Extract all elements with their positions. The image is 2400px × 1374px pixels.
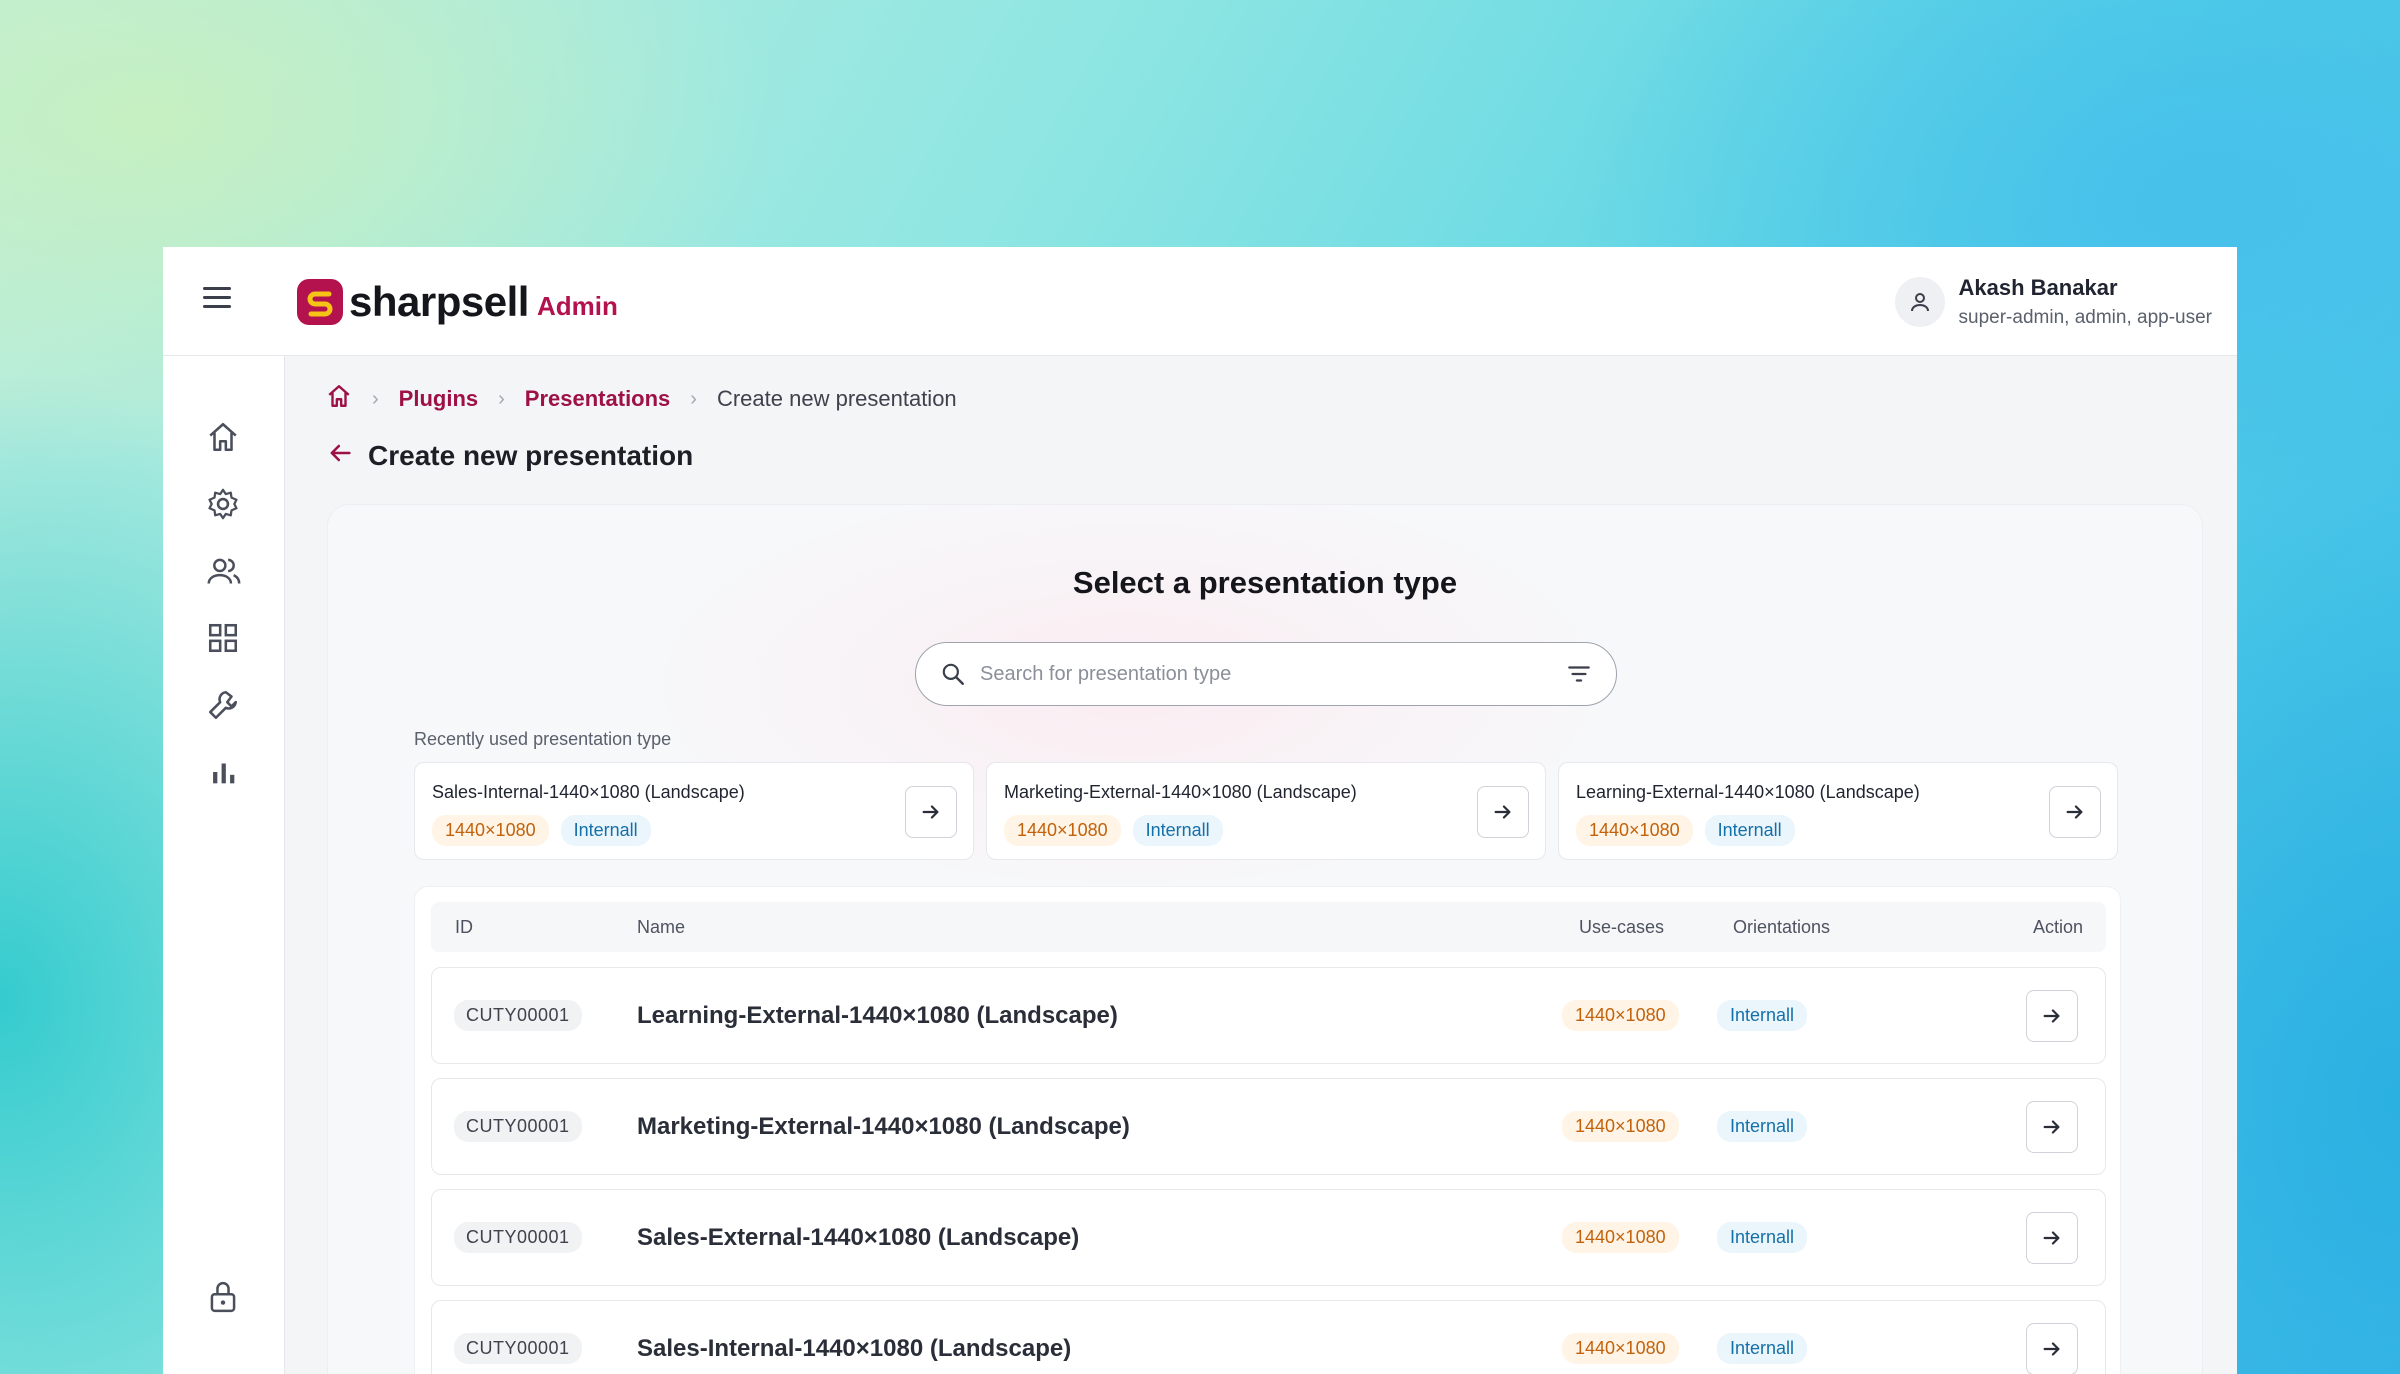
breadcrumb-home-icon[interactable] <box>326 383 352 415</box>
size-badge: 1440×1080 <box>1004 815 1121 846</box>
arrow-right-icon <box>2043 1342 2060 1356</box>
tag-badge: Internall <box>1132 815 1223 846</box>
table-row[interactable]: CUTY00001 Marketing-External-1440×1080 (… <box>431 1078 2106 1175</box>
recent-card-title: Marketing-External-1440×1080 (Landscape) <box>1004 782 1357 802</box>
brand-sub: Admin <box>536 290 618 321</box>
menu-icon[interactable] <box>203 287 235 313</box>
orientation-badge: Internall <box>1717 1111 1808 1142</box>
table-row[interactable]: CUTY00001 Sales-External-1440×1080 (Land… <box>431 1189 2106 1286</box>
use-case-badge: 1440×1080 <box>1562 1333 1679 1364</box>
arrow-right-icon <box>2043 1231 2060 1245</box>
recent-card[interactable]: Sales-Internal-1440×1080 (Landscape) 144… <box>414 762 974 860</box>
user-avatar-icon <box>1894 277 1945 327</box>
arrow-right-icon <box>2066 805 2083 819</box>
chevron-right-icon: › <box>372 387 379 410</box>
presentation-type-panel: Select a presentation type Search for pr… <box>327 504 2203 1374</box>
user-name: Akash Banakar <box>1958 275 2118 300</box>
page-header: Create new presentation <box>326 439 693 472</box>
page-title: Create new presentation <box>368 439 694 471</box>
user-menu[interactable]: Akash Banakar super-admin, admin, app-us… <box>1894 275 2212 329</box>
use-case-badge: 1440×1080 <box>1562 1000 1679 1031</box>
tag-badge: Internall <box>1704 815 1795 846</box>
open-button[interactable] <box>2049 786 2101 838</box>
search-placeholder: Search for presentation type <box>980 662 1232 685</box>
use-case-badge: 1440×1080 <box>1562 1111 1679 1142</box>
wrench-icon[interactable] <box>206 688 242 724</box>
breadcrumb-plugins[interactable]: Plugins <box>399 386 478 412</box>
recent-card-title: Sales-Internal-1440×1080 (Landscape) <box>432 782 745 802</box>
arrow-right-icon <box>1494 805 1511 819</box>
gear-icon[interactable] <box>206 487 242 523</box>
column-header-orientations: Orientations <box>1733 917 1831 937</box>
sharpsell-logo-icon <box>297 279 343 325</box>
filter-icon[interactable] <box>1566 661 1592 687</box>
back-arrow-icon[interactable] <box>326 439 354 472</box>
brand-name: sharpsell <box>349 278 529 325</box>
user-roles: super-admin, admin, app-user <box>1958 307 2212 328</box>
open-button[interactable] <box>2026 1323 2078 1374</box>
orientation-badge: Internall <box>1717 1333 1808 1364</box>
top-bar: sharpsell Admin Akash Banakar super-admi… <box>163 247 2237 356</box>
open-button[interactable] <box>905 786 957 838</box>
arrow-right-icon <box>2043 1120 2060 1134</box>
home-icon[interactable] <box>206 420 242 456</box>
chevron-right-icon: › <box>690 387 697 410</box>
row-name: Learning-External-1440×1080 (Landscape) <box>637 1002 1118 1029</box>
row-id: CUTY00001 <box>454 1333 582 1364</box>
bar-chart-icon[interactable] <box>206 755 242 791</box>
row-id: CUTY00001 <box>454 1111 582 1142</box>
open-button[interactable] <box>2026 990 2078 1042</box>
recent-card-title: Learning-External-1440×1080 (Landscape) <box>1576 782 1920 802</box>
arrow-right-icon <box>922 805 939 819</box>
app-window: sharpsell Admin Akash Banakar super-admi… <box>163 247 2237 1374</box>
use-case-badge: 1440×1080 <box>1562 1222 1679 1253</box>
search-input[interactable]: Search for presentation type <box>915 642 1617 706</box>
row-name: Sales-Internal-1440×1080 (Landscape) <box>637 1335 1072 1362</box>
column-header-id: ID <box>455 917 473 937</box>
table-row[interactable]: CUTY00001 Learning-External-1440×1080 (L… <box>431 967 2106 1064</box>
row-id: CUTY00001 <box>454 1000 582 1031</box>
lock-icon[interactable] <box>206 1279 242 1315</box>
open-button[interactable] <box>2026 1101 2078 1153</box>
breadcrumb: › Plugins › Presentations › Create new p… <box>326 383 957 415</box>
column-header-name: Name <box>637 917 686 937</box>
panel-heading: Select a presentation type <box>1072 565 1458 600</box>
recent-card[interactable]: Learning-External-1440×1080 (Landscape) … <box>1558 762 2118 860</box>
size-badge: 1440×1080 <box>432 815 549 846</box>
open-button[interactable] <box>2026 1212 2078 1264</box>
presentation-type-table: ID Name Use-cases Orientations Action CU… <box>414 886 2121 1374</box>
row-name: Marketing-External-1440×1080 (Landscape) <box>637 1113 1130 1140</box>
row-id: CUTY00001 <box>454 1222 582 1253</box>
grid-icon[interactable] <box>206 621 242 657</box>
size-badge: 1440×1080 <box>1576 815 1693 846</box>
recent-card[interactable]: Marketing-External-1440×1080 (Landscape)… <box>986 762 1546 860</box>
column-header-use-cases: Use-cases <box>1579 917 1665 937</box>
table-row[interactable]: CUTY00001 Sales-Internal-1440×1080 (Land… <box>431 1300 2106 1374</box>
arrow-right-icon <box>2043 1009 2060 1023</box>
users-icon[interactable] <box>206 554 242 590</box>
orientation-badge: Internall <box>1717 1000 1808 1031</box>
chevron-right-icon: › <box>498 387 505 410</box>
column-header-action: Action <box>2033 917 2084 937</box>
row-name: Sales-External-1440×1080 (Landscape) <box>637 1224 1080 1251</box>
recent-label: Recently used presentation type <box>414 729 672 749</box>
orientation-badge: Internall <box>1717 1222 1808 1253</box>
open-button[interactable] <box>1477 786 1529 838</box>
table-header: ID Name Use-cases Orientations Action <box>431 902 2106 952</box>
sidebar <box>163 356 285 1374</box>
search-icon <box>942 663 964 685</box>
brand-logo[interactable]: sharpsell Admin <box>297 277 618 327</box>
breadcrumb-presentations[interactable]: Presentations <box>525 386 671 412</box>
tag-badge: Internall <box>560 815 651 846</box>
breadcrumb-current: Create new presentation <box>716 386 957 411</box>
